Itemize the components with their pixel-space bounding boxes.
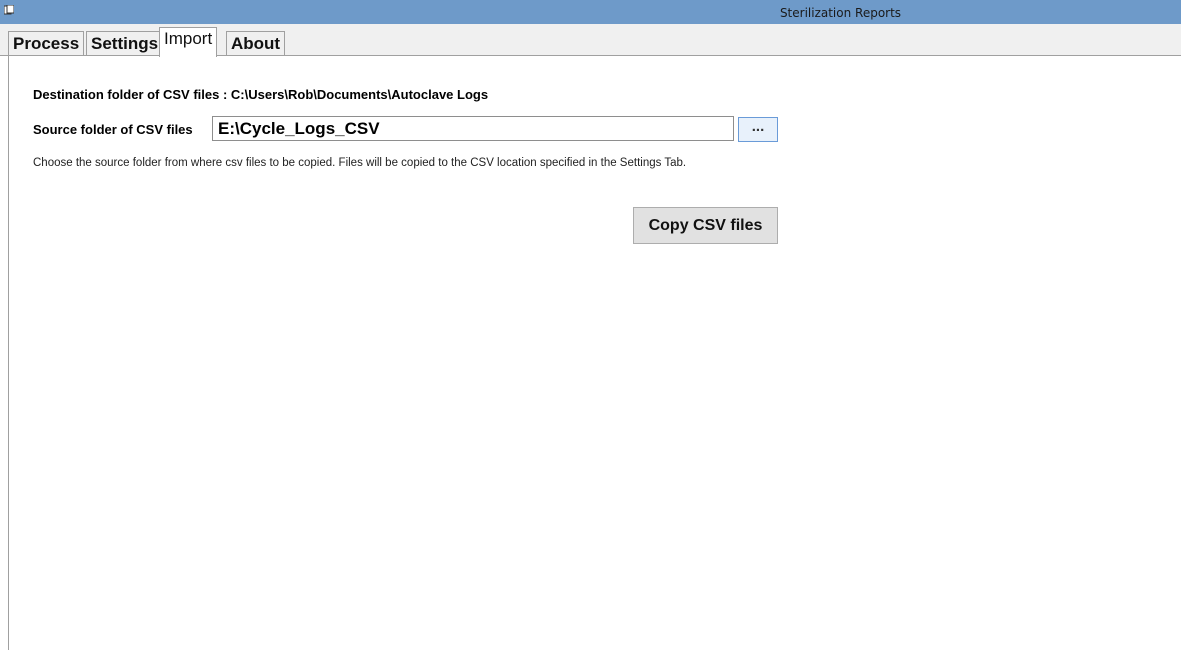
source-folder-input[interactable] bbox=[212, 116, 734, 141]
help-text: Choose the source folder from where csv … bbox=[33, 157, 687, 169]
copy-csv-files-button[interactable]: Copy CSV files bbox=[633, 207, 778, 244]
app-window: Sterilization Reports Process Settings I… bbox=[0, 0, 1181, 650]
destination-folder-label: Destination folder of CSV files : C:\Use… bbox=[33, 87, 489, 102]
tab-about[interactable]: About bbox=[226, 31, 286, 55]
app-icon bbox=[4, 5, 14, 15]
browse-button[interactable]: ... bbox=[738, 117, 778, 142]
tab-settings[interactable]: Settings bbox=[86, 31, 164, 55]
source-folder-label: Source folder of CSV files bbox=[33, 122, 193, 137]
tab-process[interactable]: Process bbox=[8, 31, 85, 55]
tab-import[interactable]: Import bbox=[159, 27, 218, 57]
title-bar[interactable]: Sterilization Reports bbox=[0, 0, 1181, 24]
window-title: Sterilization Reports bbox=[779, 6, 902, 20]
panel-border bbox=[8, 56, 9, 650]
